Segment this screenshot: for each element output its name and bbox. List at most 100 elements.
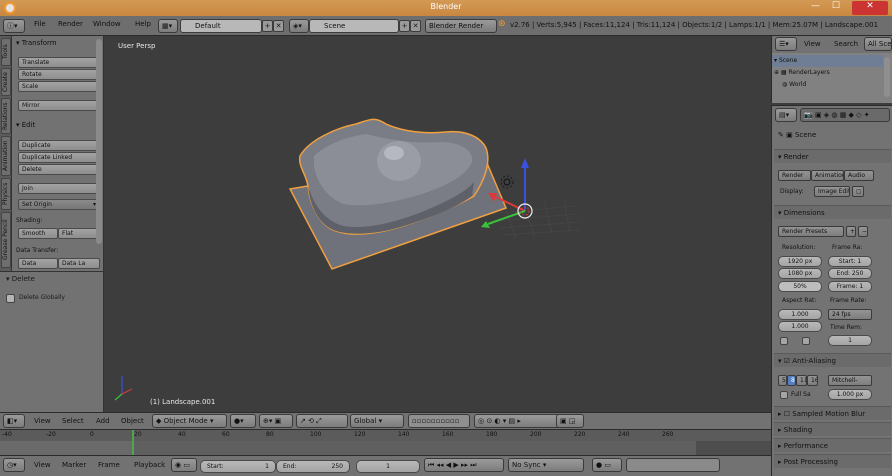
sync-mode-dropdown[interactable]: No Sync ▾ xyxy=(508,458,584,472)
data-transfer-button[interactable]: Data xyxy=(18,258,58,269)
translate-button[interactable]: Translate xyxy=(18,57,100,68)
aa-filter-dropdown[interactable]: Mitchell- xyxy=(828,375,872,386)
outliner-row-renderlayers[interactable]: ⊕ ▦ RenderLayers xyxy=(772,67,883,79)
view-menu[interactable]: View xyxy=(34,417,51,425)
select-menu[interactable]: Select xyxy=(62,417,84,425)
smooth-button[interactable]: Smooth xyxy=(18,228,58,239)
start-frame-field[interactable]: Start: 1 xyxy=(200,460,276,473)
render-preview-icons[interactable]: ▣ ◲ xyxy=(556,414,584,428)
timeline-editor[interactable]: -40 -20 0 20 40 60 80 100 120 140 160 180 200 220 240 2… xyxy=(0,429,771,456)
outliner-scrollbar[interactable] xyxy=(884,57,890,97)
current-frame-field[interactable]: 1 xyxy=(356,460,420,473)
close-button[interactable]: ✕ xyxy=(852,1,888,15)
tab-tools[interactable]: Tools xyxy=(1,38,11,66)
display-dropdown[interactable]: Image Editor xyxy=(814,186,850,197)
aspect-x-field[interactable]: 1.000 xyxy=(778,309,822,320)
object-menu[interactable]: Object xyxy=(121,417,144,425)
scene-field[interactable]: Scene xyxy=(309,19,399,33)
anti-aliasing-panel-header[interactable]: ▾ ☑ Anti-Aliasing xyxy=(774,353,891,367)
aspect-y-field[interactable]: 1.000 xyxy=(778,321,822,332)
lamp-object[interactable] xyxy=(500,175,514,189)
dimensions-panel-header[interactable]: ▾ Dimensions xyxy=(774,205,891,219)
outliner-view-menu[interactable]: View xyxy=(804,40,821,48)
marker-menu[interactable]: Marker xyxy=(62,461,86,469)
tool-shelf-scrollbar[interactable] xyxy=(96,39,102,244)
border-checkbox[interactable] xyxy=(780,337,788,345)
render-audio-button[interactable]: Audio xyxy=(844,170,874,181)
mirror-button[interactable]: Mirror xyxy=(18,100,100,111)
resolution-x-field[interactable]: 1920 px xyxy=(778,256,822,267)
set-origin-dropdown[interactable]: Set Origin ▾ xyxy=(18,199,100,210)
menu-render[interactable]: Render xyxy=(58,20,83,28)
end-frame-field[interactable]: End: 250 xyxy=(276,460,350,473)
editor-type-info-icon[interactable]: ⓘ▾ xyxy=(3,19,25,33)
outliner-row-world[interactable]: ◍ World xyxy=(772,79,883,91)
layer-buttons[interactable]: ▫▫▫▫▫▫▫▫▫▫ xyxy=(408,414,470,428)
delete-operator-header[interactable]: ▾ Delete xyxy=(6,275,35,283)
join-button[interactable]: Join xyxy=(18,183,100,194)
frame-step-field[interactable]: Frame: 1 xyxy=(828,281,872,292)
performance-panel-header[interactable]: ▸ Performance xyxy=(774,438,891,452)
menu-help[interactable]: Help xyxy=(135,20,151,28)
data-layout-button[interactable]: Data La xyxy=(58,258,100,269)
playback-controls[interactable]: ⏮ ◂◂ ◀ ▶ ▸▸ ⏭ xyxy=(424,458,504,472)
resolution-percentage-field[interactable]: 50% xyxy=(778,281,822,292)
auto-keying-icon[interactable]: ● ▭ xyxy=(592,458,622,472)
add-scene-button[interactable]: + xyxy=(399,20,410,32)
tab-animation[interactable]: Animation xyxy=(1,136,11,176)
aa-samples-5[interactable]: 5 xyxy=(778,375,787,386)
playback-menu[interactable]: Playback xyxy=(134,461,165,469)
remove-layout-button[interactable]: ✕ xyxy=(273,20,284,32)
delete-globally-checkbox[interactable] xyxy=(6,294,15,303)
render-presets-dropdown[interactable]: Render Presets xyxy=(778,226,844,237)
transform-panel-header[interactable]: ▾ Transform xyxy=(16,39,57,47)
rotate-button[interactable]: Rotate xyxy=(18,69,100,80)
crop-checkbox[interactable] xyxy=(802,337,810,345)
screen-layout-field[interactable]: Default xyxy=(180,19,262,33)
resolution-y-field[interactable]: 1080 px xyxy=(778,268,822,279)
editor-type-3d-icon[interactable]: ◧▾ xyxy=(3,414,25,428)
manipulator-icons[interactable]: ↗ ⟲ ⤢ xyxy=(296,414,348,428)
scale-button[interactable]: Scale xyxy=(18,81,100,92)
frame-rate-dropdown[interactable]: 24 fps xyxy=(828,309,872,320)
3d-viewport[interactable]: User Persp (1) Landscape.001 xyxy=(104,36,771,412)
render-engine-dropdown[interactable]: Blender Render xyxy=(425,19,497,33)
filter-size-field[interactable]: 1.000 px xyxy=(828,389,872,400)
context-tabs[interactable]: 📷 ▣ ◈ ◍ ▦ ◆ ◇ ✦ xyxy=(800,108,890,122)
viewport-shading-icon[interactable]: ●▾ xyxy=(230,414,256,428)
timeline-view-menu[interactable]: View xyxy=(34,461,51,469)
remove-scene-button[interactable]: ✕ xyxy=(410,20,421,32)
menu-file[interactable]: File xyxy=(34,20,46,28)
full-sample-checkbox[interactable] xyxy=(780,391,788,399)
sampled-motion-blur-header[interactable]: ▸ ☐ Sampled Motion Blur xyxy=(774,406,891,420)
shading-panel-header[interactable]: ▸ Shading xyxy=(774,422,891,436)
editor-type-outliner-icon[interactable]: ☰▾ xyxy=(775,37,797,51)
render-panel-header[interactable]: ▾ Render xyxy=(774,149,891,163)
render-animation-button[interactable]: Animation xyxy=(811,170,844,181)
aa-samples-8[interactable]: 8 xyxy=(787,375,796,386)
edit-panel-header[interactable]: ▾ Edit xyxy=(16,121,35,129)
render-still-button[interactable]: Render xyxy=(778,170,811,181)
editor-type-timeline-icon[interactable]: ◷▾ xyxy=(3,458,25,472)
duplicate-linked-button[interactable]: Duplicate Linked xyxy=(18,152,100,163)
flat-button[interactable]: Flat xyxy=(58,228,100,239)
frame-start-field[interactable]: Start: 1 xyxy=(828,256,872,267)
outliner-row-scene[interactable]: ▾ Scene xyxy=(772,55,883,67)
add-preset-button[interactable]: + xyxy=(846,226,856,237)
outliner-display-mode[interactable]: All Scenes xyxy=(864,37,892,51)
timeline-ruler[interactable]: -40 -20 0 20 40 60 80 100 120 140 160 180 200 220 240 2… xyxy=(0,430,771,441)
delete-button[interactable]: Delete xyxy=(18,164,100,175)
menu-window[interactable]: Window xyxy=(93,20,121,28)
lock-interface-icon[interactable]: ▢ xyxy=(852,186,864,197)
transform-orientation-dropdown[interactable]: Global ▾ xyxy=(350,414,404,428)
add-layout-button[interactable]: + xyxy=(262,20,273,32)
tab-create[interactable]: Create xyxy=(1,68,11,96)
tab-relations[interactable]: Relations xyxy=(1,98,11,134)
interaction-mode-dropdown[interactable]: ◆ Object Mode ▾ xyxy=(152,414,227,428)
pivot-point-icon[interactable]: ⊕▾ ▣ xyxy=(259,414,293,428)
aa-samples-11[interactable]: 11 xyxy=(796,375,807,386)
outliner-search-menu[interactable]: Search xyxy=(834,40,858,48)
frame-menu[interactable]: Frame xyxy=(98,461,120,469)
remove-preset-button[interactable]: − xyxy=(858,226,868,237)
scene-icon[interactable]: ◈▾ xyxy=(289,19,309,33)
